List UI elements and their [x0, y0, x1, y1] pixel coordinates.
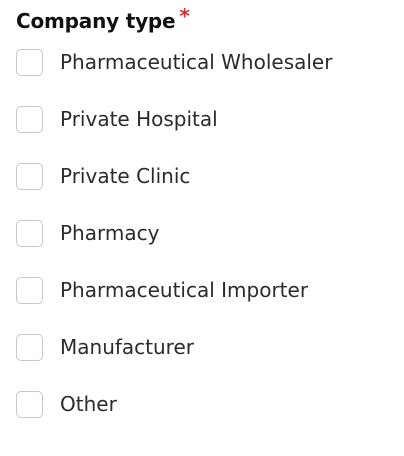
option-private-clinic[interactable]: Private Clinic	[16, 158, 404, 194]
option-private-hospital[interactable]: Private Hospital	[16, 101, 404, 137]
field-label-row: Company type *	[16, 6, 190, 36]
option-other[interactable]: Other	[16, 386, 404, 422]
checkbox[interactable]	[16, 48, 43, 76]
option-label: Manufacturer	[60, 335, 194, 359]
company-type-field: Company type * Pharmaceutical Wholesaler…	[0, 0, 404, 456]
option-label: Pharmaceutical Importer	[60, 278, 309, 302]
option-label: Private Hospital	[60, 107, 218, 131]
option-label: Pharmacy	[60, 221, 160, 245]
required-marker: *	[179, 4, 190, 28]
checkbox[interactable]	[16, 333, 43, 361]
field-label: Company type	[16, 9, 176, 33]
checkbox[interactable]	[16, 105, 43, 133]
option-label: Pharmaceutical Wholesaler	[60, 50, 333, 74]
checkbox-group: Pharmaceutical Wholesaler Private Hospit…	[16, 44, 404, 443]
checkbox[interactable]	[16, 162, 43, 190]
option-pharmaceutical-wholesaler[interactable]: Pharmaceutical Wholesaler	[16, 44, 404, 80]
checkbox[interactable]	[16, 219, 43, 247]
option-label: Private Clinic	[60, 164, 191, 188]
checkbox[interactable]	[16, 390, 43, 418]
checkbox[interactable]	[16, 276, 43, 304]
option-pharmacy[interactable]: Pharmacy	[16, 215, 404, 251]
option-manufacturer[interactable]: Manufacturer	[16, 329, 404, 365]
option-pharmaceutical-importer[interactable]: Pharmaceutical Importer	[16, 272, 404, 308]
option-label: Other	[60, 392, 117, 416]
